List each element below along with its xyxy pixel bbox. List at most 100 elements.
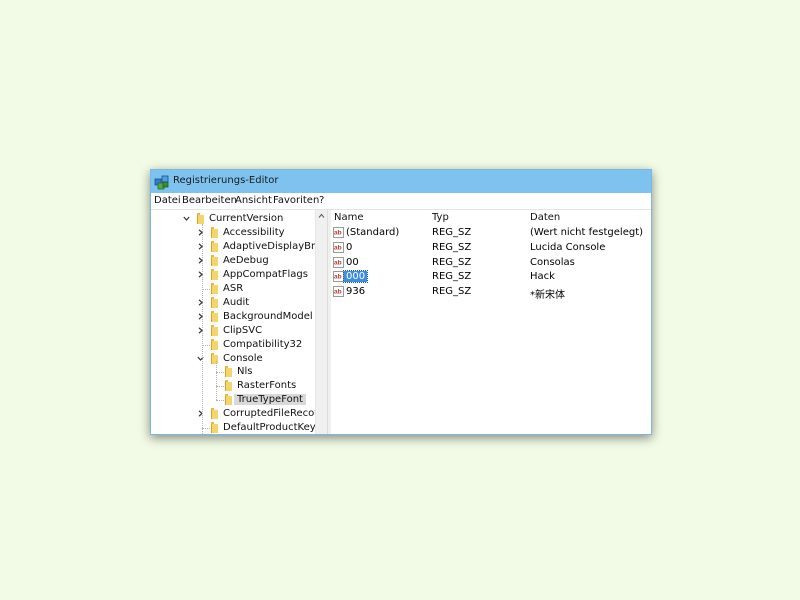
tree-item-label: BackgroundModel (223, 310, 313, 322)
value-name: 936 (346, 286, 366, 298)
value-name: 000 (342, 270, 369, 284)
value-type: REG_SZ (432, 256, 472, 268)
registry-editor-window: Registrierungs-Editor Datei Bearbeiten A… (150, 169, 652, 435)
column-header-name[interactable]: Name (334, 212, 364, 223)
tree-item[interactable]: DefaultProductKey (151, 421, 326, 434)
tree-connector-line (216, 361, 218, 401)
folder-icon (211, 324, 218, 336)
column-header-type[interactable]: Typ (432, 212, 449, 223)
tree-item-label: AdaptiveDisplayBrigl (223, 240, 326, 252)
value-row[interactable]: ab (Standard) REG_SZ (Wert nicht festgelegt… (331, 226, 651, 240)
scroll-up-arrow-icon[interactable] (318, 213, 325, 219)
value-data: Lucida Console (530, 241, 606, 253)
tree-item[interactable]: Accessibility (151, 226, 326, 240)
string-value-icon: ab (333, 271, 344, 283)
value-row[interactable]: ab 00 REG_SZ Consolas (331, 256, 651, 270)
folder-icon (211, 282, 218, 294)
value-row[interactable]: ab 0 REG_SZ Lucida Console (331, 241, 651, 255)
folder-icon (225, 366, 232, 378)
value-icon-text: ab (334, 274, 342, 281)
menu-bar: Datei Bearbeiten Ansicht Favoriten ? (151, 193, 651, 210)
value-row[interactable]: ab 936 REG_SZ *新宋体 (331, 285, 651, 302)
folder-icon (211, 296, 218, 308)
tree-item[interactable]: ClipSVC (151, 324, 326, 338)
title-bar[interactable]: Registrierungs-Editor (151, 170, 651, 193)
tree-item-label: Audit (223, 296, 250, 308)
value-data: *新宋体 (530, 290, 565, 302)
folder-icon (211, 422, 218, 434)
menu-favoriten[interactable]: Favoriten (273, 195, 319, 206)
tree-item[interactable]: Nls (151, 365, 326, 379)
value-name: 00 (346, 256, 359, 268)
value-icon-text: ab (334, 230, 342, 237)
tree-item-label: Accessibility (223, 226, 285, 238)
menu-ansicht[interactable]: Ansicht (235, 195, 272, 206)
folder-icon (211, 408, 218, 420)
value-icon-text: ab (334, 244, 342, 251)
string-value-icon: ab (333, 286, 344, 298)
tree-item[interactable]: Audit (151, 296, 326, 310)
folder-icon (225, 380, 232, 392)
tree-item-label: Nls (237, 366, 253, 378)
folder-icon (225, 394, 232, 406)
tree-item-label: CorruptedFileRecove (223, 408, 326, 420)
column-header-data[interactable]: Daten (530, 212, 560, 223)
tree-item[interactable]: AeDebug (151, 254, 326, 268)
tree-connector-line (202, 344, 210, 347)
tree-item[interactable]: AppCompatFlags (151, 268, 326, 282)
value-data: (Wert nicht festgelegt) (530, 227, 644, 238)
tree-item-label: TrueTypeFont (234, 394, 306, 406)
tree-item[interactable]: Compatibility32 (151, 338, 326, 352)
tree-connector-line (202, 224, 204, 434)
menu-help[interactable]: ? (319, 195, 324, 206)
folder-icon (211, 268, 218, 280)
tree-item-label: Compatibility32 (223, 338, 303, 350)
tree-item[interactable]: BackgroundModel (151, 310, 326, 324)
folder-icon (211, 310, 218, 322)
tree-connector-line (216, 400, 224, 402)
tree-item[interactable]: RasterFonts (151, 379, 326, 393)
tree-item-label: AppCompatFlags (223, 268, 308, 280)
tree-item-label: CurrentVersion (209, 213, 284, 224)
tree-connector-line (202, 428, 210, 430)
values-list: Name Typ Daten ab (Standard) REG_SZ (Wert n… (331, 210, 651, 434)
registry-editor-icon (154, 175, 169, 190)
folder-icon (211, 240, 218, 252)
folder-icon (211, 338, 218, 350)
value-data: Consolas (530, 256, 575, 268)
menu-bearbeiten[interactable]: Bearbeiten (182, 195, 237, 206)
tree-item-label: Console (223, 352, 263, 364)
tree-scrollbar[interactable] (315, 210, 327, 434)
value-type: REG_SZ (432, 227, 472, 238)
tree-item-label: AeDebug (223, 254, 269, 266)
value-name: 0 (346, 241, 353, 253)
tree-item-label: ASR (223, 282, 244, 294)
tree-item[interactable]: TrueTypeFont (151, 393, 326, 407)
folder-icon (211, 226, 218, 238)
value-name: (Standard) (346, 227, 400, 238)
tree-item-label: RasterFonts (237, 380, 297, 392)
folder-icon (197, 213, 204, 224)
tree-item[interactable]: CurrentVersion (151, 212, 326, 226)
value-icon-text: ab (334, 259, 342, 266)
tree-item-label: ClipSVC (223, 324, 263, 336)
value-row[interactable]: ab 000 REG_SZ Hack (331, 270, 651, 284)
registry-key-tree[interactable]: CurrentVersion Accessibility AdaptiveDispl… (151, 210, 326, 434)
tree-item[interactable]: AdaptiveDisplayBrigl (151, 240, 326, 254)
value-icon-text: ab (334, 289, 342, 296)
value-type: REG_SZ (432, 286, 472, 298)
tree-connector-line (216, 386, 224, 388)
tree-connector-line (202, 288, 210, 291)
tree-connector-line (216, 372, 224, 374)
tree-item[interactable]: Console (151, 352, 326, 366)
chevron-down-icon[interactable] (183, 215, 190, 222)
window-title: Registrierungs-Editor (173, 175, 279, 186)
string-value-icon: ab (333, 227, 344, 238)
tree-item[interactable]: ASR (151, 282, 326, 296)
folder-icon (211, 254, 218, 266)
tree-item-label: DefaultProductKey (223, 422, 316, 434)
menu-datei[interactable]: Datei (154, 195, 181, 206)
value-data: Hack (530, 271, 555, 283)
value-type: REG_SZ (432, 241, 472, 253)
tree-item[interactable]: CorruptedFileRecove (151, 407, 326, 421)
